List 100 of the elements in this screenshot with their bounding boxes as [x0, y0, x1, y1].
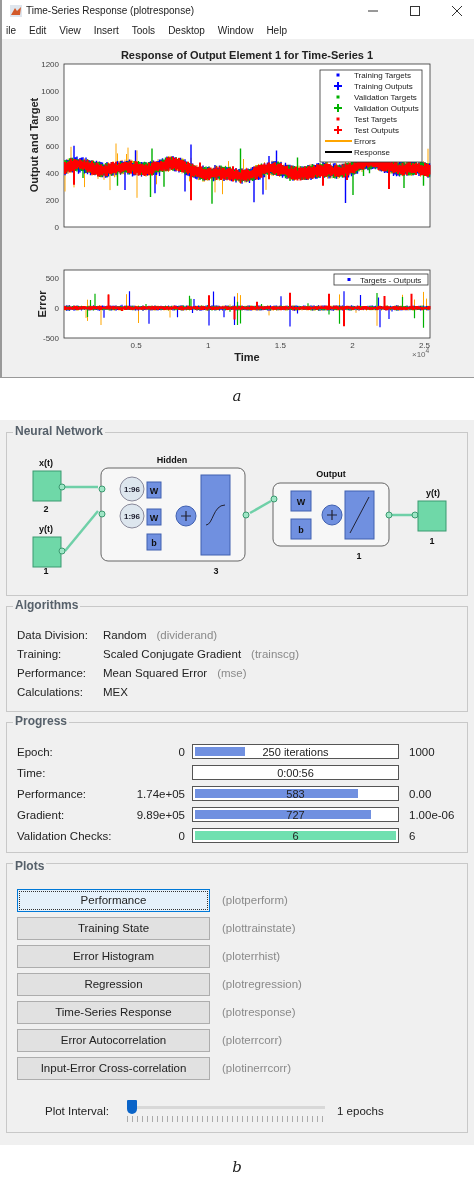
tick-label: 0 — [54, 304, 59, 313]
junction-node — [98, 510, 106, 518]
legend-label: Test Outputs — [354, 126, 399, 135]
field-value: MEX — [103, 685, 128, 698]
menu-item[interactable]: ile — [6, 24, 16, 36]
slider-label: Plot Interval: — [45, 1105, 110, 1117]
bar-text: 583 — [286, 787, 305, 800]
group-title: Neural Network — [13, 424, 106, 438]
legend-label: Training Targets — [354, 71, 411, 80]
function-name: (plotresponse) — [222, 1006, 296, 1018]
function-name: (plotperform) — [222, 894, 288, 906]
function-name: (ploterrhist) — [222, 950, 281, 962]
figure-caption: a — [231, 386, 243, 407]
function-name: (dividerand) — [156, 628, 218, 641]
tick-label: 0.5 — [130, 341, 142, 350]
size-label: 1 — [43, 566, 49, 576]
delay-node — [119, 476, 145, 502]
menu-item[interactable]: Help — [266, 24, 287, 36]
weight-block — [146, 508, 162, 526]
function-name: (plotregression) — [222, 978, 302, 990]
weight-block — [290, 490, 312, 512]
slider-thumb[interactable] — [127, 1100, 137, 1114]
tick-label: 1200 — [41, 60, 59, 69]
close-icon[interactable] — [452, 5, 462, 16]
tick-label: 400 — [45, 168, 59, 178]
output-block — [411, 500, 447, 532]
bias-block — [290, 518, 312, 540]
axis-multiplier: ×10$^{4}$ — [412, 347, 430, 359]
axis-label: Error — [36, 290, 48, 318]
menu-item[interactable]: View — [59, 24, 81, 36]
tick-label: 800 — [45, 114, 59, 124]
field-label: Gradient: — [17, 808, 66, 821]
axis-label: Time — [234, 351, 260, 363]
sum-node — [321, 504, 343, 526]
weight-label: W — [296, 497, 306, 507]
window-title: Time-Series Response (plotresponse) — [26, 5, 195, 17]
layer-title: Output — [316, 469, 346, 479]
tick-label: 0 — [54, 223, 59, 232]
field-label: Validation Checks: — [17, 829, 113, 842]
legend-label: Response — [354, 148, 391, 157]
bar-text: 0:00:56 — [277, 766, 314, 779]
plot-button[interactable]: Error Autocorrelation — [17, 1028, 210, 1052]
delay-node — [119, 503, 145, 529]
field-value: Random — [103, 628, 147, 641]
tick-label: 1.5 — [274, 341, 286, 350]
plot-button[interactable]: Regression — [17, 972, 210, 996]
plot-button[interactable]: Error Histogram — [17, 944, 210, 968]
field-label: Calculations: — [17, 685, 84, 698]
tick-label: -500 — [43, 334, 59, 343]
junction-node — [385, 511, 393, 519]
group-title: Plots — [13, 859, 47, 873]
input-label: y(t) — [39, 524, 53, 534]
function-name: (ploterrcorr) — [222, 1034, 283, 1046]
menu-item[interactable]: Edit — [29, 24, 47, 36]
size-label: 1 — [356, 551, 362, 561]
plot-title: Response of Output Element 1 for Time-Series 1 — [120, 49, 374, 61]
menu-item[interactable]: Insert — [93, 24, 119, 36]
field-label: Epoch: — [17, 745, 54, 758]
field-value: Mean Squared Error — [103, 666, 208, 679]
plot-button[interactable]: Input-Error Cross-correlation — [17, 1056, 210, 1080]
menu-item[interactable]: Desktop — [168, 24, 205, 36]
legend-label: Validation Targets — [354, 93, 417, 102]
layer-title: Hidden — [156, 455, 188, 465]
size-label: 1 — [429, 536, 435, 546]
junction-node — [242, 511, 250, 519]
start-value: 9.89e+05 — [136, 808, 185, 821]
field-label: Time: — [17, 766, 47, 779]
function-name: (mse) — [217, 666, 247, 679]
linear-block — [344, 490, 375, 540]
junction-node — [98, 485, 106, 493]
group-title: Progress — [13, 714, 70, 728]
bias-block — [146, 533, 162, 551]
bias-label: b — [151, 538, 157, 548]
maximize-icon[interactable] — [410, 5, 420, 16]
legend-label: Training Outputs — [354, 82, 413, 91]
tick-label: 200 — [45, 195, 59, 205]
input-block — [32, 470, 66, 502]
end-value: 0.00 — [409, 787, 432, 800]
weight-label: W — [149, 513, 159, 523]
size-label: 3 — [213, 566, 219, 576]
tick-label: 600 — [45, 141, 59, 151]
tick-label: 1000 — [41, 87, 59, 97]
start-value: 1.74e+05 — [136, 787, 185, 800]
menu-item[interactable]: Tools — [131, 24, 156, 36]
app-icon — [10, 4, 22, 17]
plot-button[interactable]: Time-Series Response — [17, 1000, 210, 1024]
bar-text: 6 — [292, 829, 299, 842]
field-label: Performance: — [17, 666, 88, 679]
sum-node — [175, 505, 197, 527]
legend-label: Test Targets — [354, 115, 397, 124]
delay-label: 1:96 — [124, 512, 140, 521]
menu-item[interactable]: Window — [217, 24, 254, 36]
bias-label: b — [298, 525, 304, 535]
weight-label: W — [149, 486, 159, 496]
input-block — [32, 536, 66, 568]
junction-node — [270, 495, 278, 503]
plot-button[interactable]: Training State — [17, 916, 210, 940]
legend-label: Targets - Outputs — [360, 275, 422, 285]
plot-button[interactable]: Performance — [17, 888, 210, 912]
start-value: 0 — [178, 745, 185, 758]
